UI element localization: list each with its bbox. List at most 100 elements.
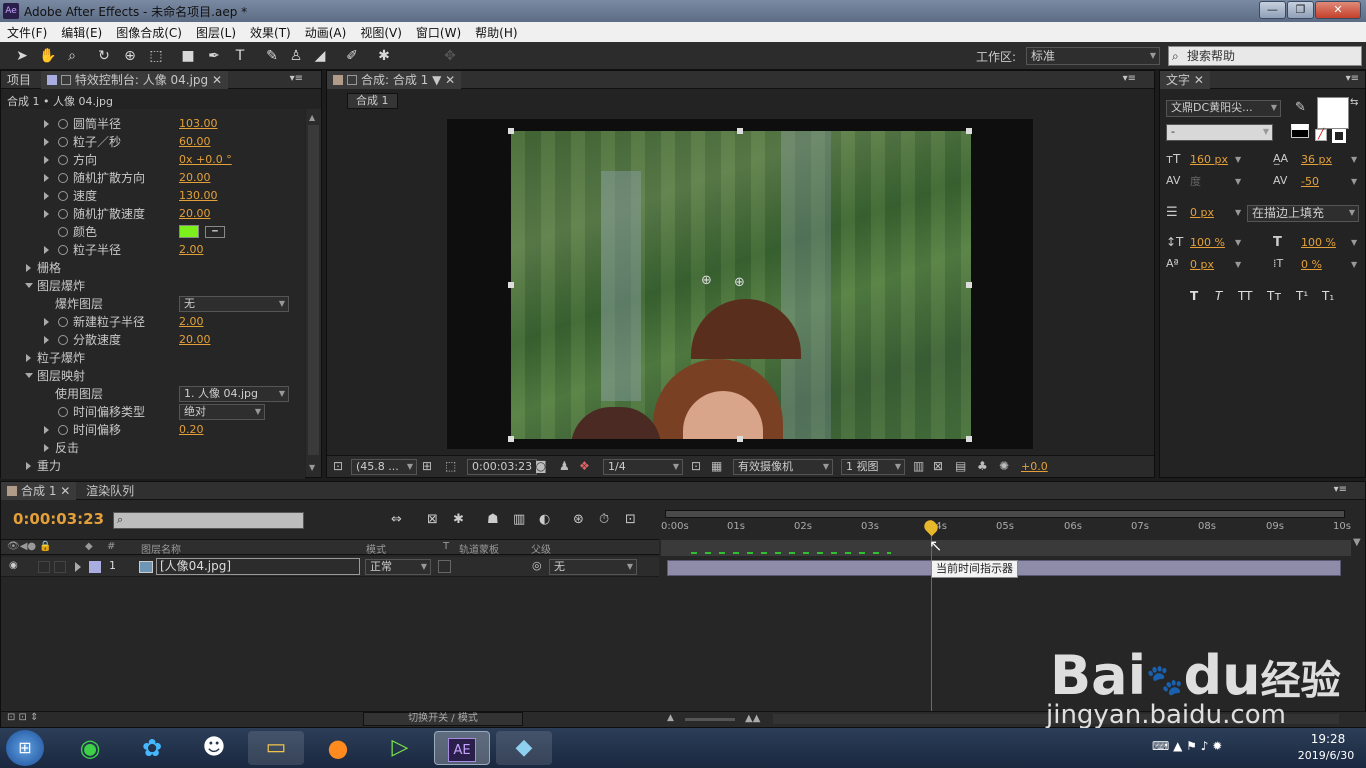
font-family-select[interactable]: 文鼎DC黄阳尖... — [1166, 100, 1281, 117]
solo-box[interactable] — [38, 561, 50, 573]
vertical-scale-value[interactable]: 100 % — [1190, 234, 1225, 252]
view-layout-select[interactable]: 1 视图 — [841, 459, 905, 475]
fill-color-swatch[interactable] — [1317, 97, 1349, 129]
all-caps-button[interactable]: TT — [1238, 289, 1252, 303]
taskbar-app-media-icon[interactable]: ✿ — [124, 731, 180, 765]
chevron-down-icon[interactable]: ▼ — [1235, 151, 1241, 169]
workspace-select[interactable]: 标准 — [1026, 47, 1160, 65]
graph-editor-icon[interactable]: ⊡ — [625, 512, 636, 527]
comp-subtab[interactable]: 合成 1 — [347, 93, 398, 109]
tab-render-queue[interactable]: 渲染队列 — [80, 482, 140, 500]
menu-animation[interactable]: 动画(A) — [298, 22, 354, 43]
handle-mr[interactable] — [966, 282, 972, 288]
minimize-button[interactable]: — — [1259, 1, 1286, 19]
tab-timeline-comp[interactable]: 合成 1 ✕ — [1, 482, 77, 500]
chevron-down-icon[interactable]: ▼ — [1351, 151, 1357, 169]
handle-bl[interactable] — [508, 436, 514, 442]
col-track-matte[interactable]: 轨道蒙板 — [459, 541, 499, 556]
taskbar-explorer-icon[interactable]: ▭ — [248, 731, 304, 765]
transparency-grid-icon[interactable]: ▦ — [711, 459, 722, 473]
group-gravity[interactable]: 重力 — [37, 457, 61, 475]
comp-marker-icon[interactable]: ▼ — [1353, 537, 1361, 548]
menu-composition[interactable]: 图像合成(C) — [109, 22, 189, 43]
stopwatch-icon[interactable] — [58, 119, 68, 129]
tab-close-icon[interactable]: ✕ — [212, 73, 222, 87]
snapshot-camera-icon[interactable]: ◙ — [535, 459, 547, 473]
menu-edit[interactable]: 编辑(E) — [54, 22, 109, 43]
group-layer-map[interactable]: 图层映射 — [37, 367, 85, 385]
eyedropper-icon[interactable]: ━ — [205, 226, 225, 238]
anchor-point-icon[interactable]: ⊕ — [701, 273, 712, 288]
layer-search-input[interactable]: ⌕ — [113, 512, 304, 529]
taskbar-after-effects[interactable]: AE — [434, 731, 490, 765]
tab-close-icon[interactable]: ✕ — [1194, 73, 1204, 87]
value-random-velocity[interactable]: 20.00 — [179, 205, 211, 223]
font-size-value[interactable]: 160 px — [1190, 151, 1228, 169]
camera-tool-icon[interactable]: ⊕ — [120, 46, 140, 66]
time-offset-type-select[interactable]: 绝对 — [179, 404, 265, 420]
stopwatch-icon[interactable] — [58, 173, 68, 183]
effect-scrollbar[interactable]: ▲ ▼ — [306, 109, 321, 477]
zoom-out-icon[interactable]: ▲ — [667, 713, 674, 723]
tab-character[interactable]: 文字 ✕ — [1160, 71, 1210, 89]
comp-timecode[interactable]: 0:00:03:23 — [467, 459, 538, 475]
preserve-transparency-box[interactable] — [438, 560, 451, 573]
layer-label-color[interactable] — [89, 561, 101, 573]
tab-composition[interactable]: 合成: 合成 1 ▼ ✕ — [327, 71, 462, 89]
menu-window[interactable]: 窗口(W) — [409, 22, 468, 43]
tab-close-icon[interactable]: ✕ — [60, 484, 70, 498]
small-caps-button[interactable]: Tт — [1267, 289, 1281, 303]
camera-select[interactable]: 有效摄像机 — [733, 459, 833, 475]
frame-blending-icon[interactable]: ▥ — [513, 512, 525, 527]
tab-close-icon[interactable]: ✕ — [445, 73, 455, 87]
draft-3d-icon[interactable]: ✱ — [453, 512, 464, 527]
roto-brush-tool-icon[interactable]: ✐ — [342, 46, 362, 66]
value-particles-per-sec[interactable]: 60.00 — [179, 133, 211, 151]
hand-tool-icon[interactable]: ✋ — [38, 46, 58, 66]
auto-keyframe-icon[interactable]: ⏱ — [599, 512, 609, 527]
no-color-icon[interactable]: ╱ — [1315, 129, 1327, 141]
handle-br[interactable] — [966, 436, 972, 442]
stopwatch-icon[interactable] — [58, 317, 68, 327]
scroll-down-icon[interactable]: ▼ — [309, 463, 315, 472]
eraser-tool-icon[interactable]: ◢ — [310, 46, 330, 66]
tray-clock-time[interactable]: 19:28 — [1298, 732, 1358, 746]
fast-preview-icon[interactable]: ⊠ — [933, 459, 943, 473]
time-ruler[interactable]: 0:00s 01s 02s 03s 04s 05s 06s 07s 08s 09… — [661, 520, 1351, 540]
lock-box[interactable] — [54, 561, 66, 573]
flowchart-icon[interactable]: ♣ — [977, 459, 988, 473]
tab-effect-controls[interactable]: 特效控制台: 人像 04.jpg ✕ — [40, 71, 229, 89]
value-velocity[interactable]: 130.00 — [179, 187, 218, 205]
brainstorm-icon[interactable]: ⊛ — [573, 512, 584, 527]
stopwatch-icon[interactable] — [58, 335, 68, 345]
exposure-value[interactable]: +0.0 — [1021, 460, 1048, 473]
tab-project[interactable]: 项目 — [1, 71, 37, 89]
always-preview-icon[interactable]: ⊡ — [333, 459, 343, 473]
value-particle-radius[interactable]: 2.00 — [179, 241, 204, 259]
horizontal-scale-value[interactable]: 100 % — [1301, 234, 1336, 252]
group-grid[interactable]: 栅格 — [37, 259, 61, 277]
maximize-button[interactable]: ❐ — [1287, 1, 1314, 19]
stopwatch-icon[interactable] — [58, 407, 68, 417]
magnification-select[interactable]: (45.8 ... — [351, 459, 417, 475]
color-swatch[interactable] — [179, 225, 199, 238]
eyedropper-icon[interactable]: ✎ — [1295, 100, 1306, 115]
handle-tl[interactable] — [508, 128, 514, 134]
menu-help[interactable]: 帮助(H) — [468, 22, 524, 43]
handle-tr[interactable] — [966, 128, 972, 134]
scroll-up-icon[interactable]: ▲ — [309, 113, 315, 122]
swap-colors-icon[interactable]: ⇆ — [1350, 97, 1358, 108]
handle-tc[interactable] — [737, 128, 743, 134]
superscript-button[interactable]: T¹ — [1296, 289, 1308, 303]
pan-behind-tool-icon[interactable]: ⬚ — [146, 46, 166, 66]
chevron-down-icon[interactable]: ▼ — [1235, 204, 1241, 222]
panel-menu-icon[interactable]: ▾≡ — [1123, 73, 1136, 84]
table-row[interactable]: ◉ 1 [人像04.jpg] 正常 ◎ 无 — [1, 557, 659, 577]
parent-select[interactable]: 无 — [549, 559, 637, 575]
motion-blur-icon[interactable]: ◐ — [539, 512, 550, 527]
brush-tool-icon[interactable]: ✎ — [262, 46, 282, 66]
layer-name-field[interactable]: [人像04.jpg] — [156, 558, 360, 575]
taskbar-app-360-icon[interactable]: ◉ — [62, 731, 118, 765]
taskbar-video-editor-icon[interactable]: ▷ — [372, 731, 428, 765]
chevron-down-icon[interactable]: ▼ — [1235, 234, 1241, 252]
